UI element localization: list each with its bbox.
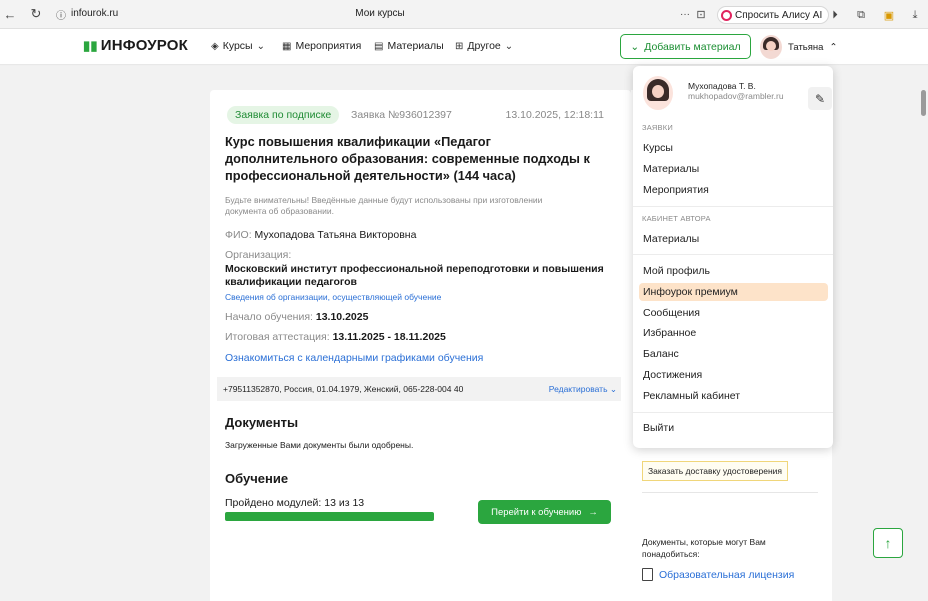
- menu-item-events[interactable]: Мероприятия: [643, 184, 709, 196]
- org-info-link[interactable]: Сведения об организации, осуществляющей …: [225, 292, 441, 302]
- media-icon[interactable]: ⏵: [826, 6, 844, 24]
- org-label: Организация:: [225, 249, 292, 261]
- divider: [642, 492, 818, 493]
- nav-courses[interactable]: ◈ Курсы ⌄: [211, 40, 265, 52]
- menu-item-profile[interactable]: Мой профиль: [643, 265, 710, 277]
- documents-status: Загруженные Вами документы были одобрены…: [225, 440, 414, 450]
- scroll-to-top-button[interactable]: ↑: [873, 528, 903, 558]
- menu-item-materials[interactable]: Материалы: [643, 163, 699, 175]
- user-menu-toggle[interactable]: Татьяна ⌃: [760, 35, 837, 59]
- nav-other[interactable]: ⊞ Другое ⌄: [455, 40, 513, 52]
- add-material-button[interactable]: ⌄ Добавить материал: [620, 34, 751, 59]
- divider: [633, 206, 833, 207]
- go-to-study-button[interactable]: Перейти к обучению →: [478, 500, 611, 524]
- order-delivery-button[interactable]: Заказать доставку удостоверения: [642, 461, 788, 481]
- start-date: 13.10.2025: [315, 311, 369, 323]
- fio-value: Мухопадова Татьяна Викторовна: [254, 229, 417, 241]
- divider: [633, 412, 833, 413]
- application-number: Заявка №936012397: [351, 109, 452, 121]
- license-link[interactable]: Образовательная лицензия: [642, 568, 794, 581]
- site-header: ▮▮ ИНФОУРОК ◈ Курсы ⌄ ▦ Мероприятия ▤ Материа…: [0, 29, 928, 65]
- menu-item-favorites[interactable]: Избранное: [643, 327, 696, 339]
- fio-row: ФИО: Мухопадова Татьяна Викторовна: [225, 229, 417, 241]
- menu-item-achievements[interactable]: Достижения: [643, 369, 702, 381]
- ask-alice-button[interactable]: Спросить Алису AI: [717, 6, 830, 24]
- graduation-cap-icon: ◈: [211, 40, 219, 52]
- divider: [633, 254, 833, 255]
- downloads-icon[interactable]: ⤓: [906, 6, 924, 24]
- org-value: Московский институт профессиональной пер…: [225, 263, 604, 288]
- scrollbar[interactable]: [921, 90, 926, 116]
- chevron-down-icon: ⌄: [609, 383, 617, 394]
- chevron-down-icon: ⌄: [630, 40, 640, 53]
- application-date: 13.10.2025, 12:18:11: [505, 109, 604, 121]
- edit-link[interactable]: Редактировать ⌄: [549, 384, 617, 395]
- section-title-requests: ЗАЯВКИ: [642, 123, 673, 132]
- edit-profile-button[interactable]: ✎: [808, 87, 832, 110]
- modules-count: Пройдено модулей: 13 из 13: [225, 497, 365, 509]
- section-title-author: КАБИНЕТ АВТОРА: [642, 214, 711, 223]
- profile-name: Мухопадова Т. В.: [688, 81, 756, 91]
- menu-item-logout[interactable]: Выйти: [643, 422, 674, 434]
- calendar-icon: ▦: [282, 40, 292, 52]
- bookmark-icon[interactable]: ⊡: [692, 5, 710, 23]
- arrow-up-icon: ↑: [884, 535, 892, 551]
- document-icon: ▤: [374, 40, 384, 52]
- menu-item-author-materials[interactable]: Материалы: [643, 233, 699, 245]
- alice-icon: [721, 9, 732, 21]
- menu-item-messages[interactable]: Сообщения: [643, 307, 700, 319]
- logo[interactable]: ▮▮ ИНФОУРОК: [83, 37, 188, 54]
- nav-events[interactable]: ▦ Мероприятия: [282, 40, 361, 52]
- avatar: [760, 35, 782, 59]
- course-title: Курс повышения квалификации «Педагог доп…: [225, 134, 590, 183]
- menu-item-premium[interactable]: Инфоурок премиум: [643, 286, 738, 298]
- wallet-icon[interactable]: ▣: [880, 6, 898, 24]
- calendar-link[interactable]: Ознакомиться с календарными графиками об…: [225, 352, 483, 364]
- pencil-icon: ✎: [814, 91, 826, 106]
- profile-summary: Мухопадова Т. В. mukhopadov@rambler.ru ✎: [643, 76, 832, 116]
- profile-email: mukhopadov@rambler.ru: [688, 91, 784, 101]
- status-badge: Заявка по подписке: [227, 106, 340, 124]
- collections-icon[interactable]: ⧉: [852, 6, 870, 24]
- application-card: Заявка по подписке Заявка №936012397 13.…: [210, 90, 631, 601]
- arrow-right-icon: →: [588, 506, 598, 518]
- user-dropdown: Мухопадова Т. В. mukhopadov@rambler.ru ✎…: [633, 66, 833, 448]
- documents-heading: Документы: [225, 415, 299, 430]
- logo-mark-icon: ▮▮: [83, 37, 98, 53]
- study-heading: Обучение: [225, 471, 289, 486]
- avatar: [643, 76, 673, 110]
- progress-bar: [225, 512, 434, 521]
- chevron-down-icon: ⌄: [256, 40, 265, 52]
- file-icon: [642, 568, 653, 581]
- warning-note: Будьте внимательны! Введённые данные буд…: [225, 195, 543, 216]
- start-row: Начало обучения: 13.10.2025: [225, 311, 369, 323]
- chevron-down-icon: ⌄: [504, 40, 514, 52]
- nav-materials[interactable]: ▤ Материалы: [374, 40, 444, 52]
- docs-note: Документы, которые могут Вам понадобитьс…: [642, 537, 766, 559]
- page-title: Мои курсы: [355, 8, 405, 19]
- menu-item-courses[interactable]: Курсы: [643, 142, 673, 154]
- final-row: Итоговая аттестация: 13.11.2025 - 18.11.…: [225, 331, 446, 343]
- chevron-up-icon: ⌃: [829, 41, 838, 53]
- final-dates: 13.11.2025 - 18.11.2025: [332, 331, 446, 343]
- browser-toolbar: ← ↻ ⓘ infourok.ru Мои курсы ··· ⊡ Спроси…: [0, 0, 928, 29]
- menu-item-balance[interactable]: Баланс: [643, 348, 679, 360]
- menu-item-ads[interactable]: Рекламный кабинет: [643, 390, 740, 402]
- grid-icon: ⊞: [455, 40, 464, 52]
- personal-info: +79511352870, Россия, 01.04.1979, Женски…: [223, 384, 464, 394]
- personal-info-bar: +79511352870, Россия, 01.04.1979, Женски…: [217, 377, 621, 401]
